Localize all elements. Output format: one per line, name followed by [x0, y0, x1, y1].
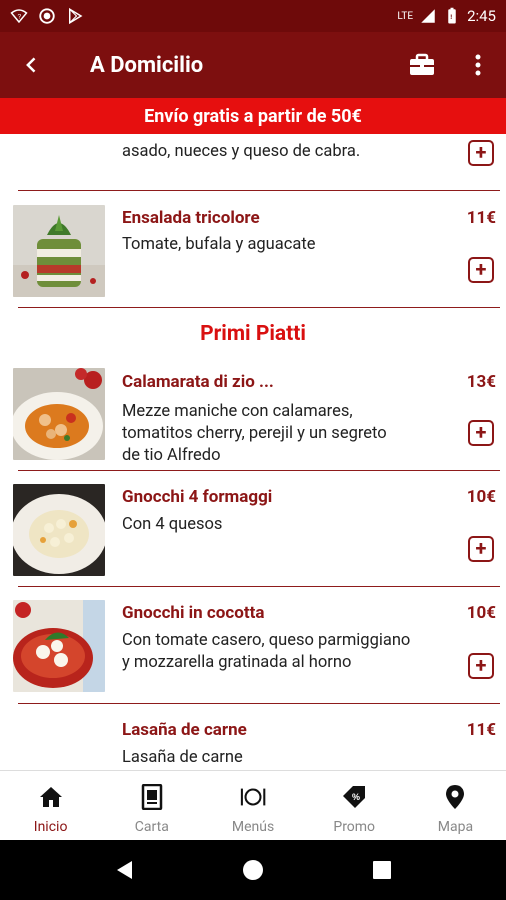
square-recents-icon [372, 861, 391, 879]
desc-line: tomatitos cherry, perejil y un segreto [122, 424, 387, 443]
briefcase-icon [410, 53, 434, 75]
dish-image [13, 205, 105, 297]
map-pin-icon [441, 783, 469, 811]
nav-label: Mapa [437, 819, 474, 835]
app-bar: A Domicilio [0, 32, 506, 98]
free-shipping-banner: Envío gratis a partir de 50€ [0, 98, 506, 134]
section-title: Primi Piatti [200, 322, 306, 346]
menu-book-icon [138, 783, 166, 811]
dish-image [13, 484, 105, 576]
item-price: 11€ [466, 720, 496, 740]
dish-image [13, 368, 105, 460]
circle-home-icon [242, 860, 263, 880]
item-price: 10€ [466, 487, 496, 507]
svg-text:?: ? [18, 13, 22, 20]
menu-list[interactable]: asado, nueces y queso de cabra. + Ensala… [0, 134, 506, 770]
plate-cutlery-icon [239, 783, 267, 811]
more-vert-icon [475, 54, 481, 76]
system-back-button[interactable] [104, 850, 144, 890]
item-name: Calamarata di zio ... [122, 372, 274, 392]
item-desc: Con 4 quesos [122, 514, 442, 536]
svg-text:%: % [352, 792, 360, 802]
add-button[interactable]: + [468, 140, 494, 166]
bottom-navigation: Inicio Carta Menús % Promo Mapa [0, 770, 506, 840]
wifi-icon: ? [10, 9, 28, 24]
nav-item-menus[interactable]: Menús [202, 771, 303, 840]
item-name: Gnocchi 4 formaggi [122, 487, 273, 507]
nav-item-carta[interactable]: Carta [101, 771, 202, 840]
desc-line: Lasaña de carne [122, 748, 243, 767]
system-recents-button[interactable] [362, 850, 402, 890]
add-button[interactable]: + [468, 536, 494, 562]
nav-label: Carta [134, 819, 169, 835]
network-type: LTE [397, 10, 414, 22]
item-desc: Con tomate casero, queso parmiggiano y m… [122, 630, 467, 674]
list-item: asado, nueces y queso de cabra. + [0, 134, 506, 190]
item-desc: asado, nueces y queso de cabra. [122, 142, 361, 161]
system-home-button[interactable] [233, 850, 273, 890]
list-item[interactable]: Gnocchi in cocotta 10€ Con tomate casero… [0, 587, 506, 703]
nav-label: Menús [231, 819, 275, 835]
dish-image [13, 600, 105, 692]
nav-item-inicio[interactable]: Inicio [0, 771, 101, 840]
nav-item-promo[interactable]: % Promo [304, 771, 405, 840]
play-store-icon [69, 7, 83, 25]
triangle-back-icon [117, 861, 133, 879]
nav-label: Inicio [33, 819, 68, 835]
home-icon [37, 783, 65, 811]
item-name: Gnocchi in cocotta [122, 603, 265, 623]
briefcase-button[interactable] [394, 32, 450, 98]
item-price: 13€ [466, 372, 496, 392]
list-item[interactable]: Gnocchi 4 formaggi 10€ Con 4 quesos + [0, 471, 506, 586]
page-title: A Domicilio [90, 52, 204, 78]
desc-line: Con 4 quesos [122, 515, 223, 534]
system-navigation-bar [0, 840, 506, 900]
item-desc: Lasaña de carne [122, 747, 442, 769]
chevron-left-icon [26, 57, 36, 73]
list-item[interactable]: Ensalada tricolore 11€ Tomate, bufala y … [0, 191, 506, 307]
status-bar: ? LTE ! 2:45 [0, 0, 506, 32]
item-price: 11€ [466, 208, 496, 228]
list-item[interactable]: Calamarata di zio ... 13€ Mezze maniche … [0, 364, 506, 470]
item-name: Lasaña de carne [122, 720, 247, 740]
add-button[interactable]: + [468, 257, 494, 283]
record-icon [39, 8, 55, 24]
nav-item-mapa[interactable]: Mapa [405, 771, 506, 840]
item-desc: Tomate, bufala y aguacate [122, 235, 316, 254]
clock: 2:45 [467, 7, 496, 25]
divider [18, 307, 500, 308]
item-name: Ensalada tricolore [122, 208, 260, 228]
add-button[interactable]: + [468, 420, 494, 446]
desc-line: de tio Alfredo [122, 446, 221, 465]
desc-line: y mozzarella gratinada al horno [122, 653, 352, 672]
desc-line: Con tomate casero, queso parmiggiano [122, 631, 411, 650]
back-button[interactable] [0, 32, 64, 98]
signal-icon [421, 9, 435, 23]
add-button[interactable]: + [468, 653, 494, 679]
item-desc: Mezze maniche con calamares, tomatitos c… [122, 401, 462, 467]
tag-icon: % [340, 783, 368, 811]
nav-label: Promo [333, 819, 376, 835]
item-price: 10€ [466, 603, 496, 623]
list-item[interactable]: Lasaña de carne 11€ Lasaña de carne [0, 704, 506, 770]
svg-text:!: ! [450, 14, 452, 21]
banner-text: Envío gratis a partir de 50€ [144, 105, 362, 127]
overflow-menu-button[interactable] [450, 32, 506, 98]
desc-line: Mezze maniche con calamares, [122, 402, 353, 421]
battery-icon: ! [448, 7, 456, 24]
